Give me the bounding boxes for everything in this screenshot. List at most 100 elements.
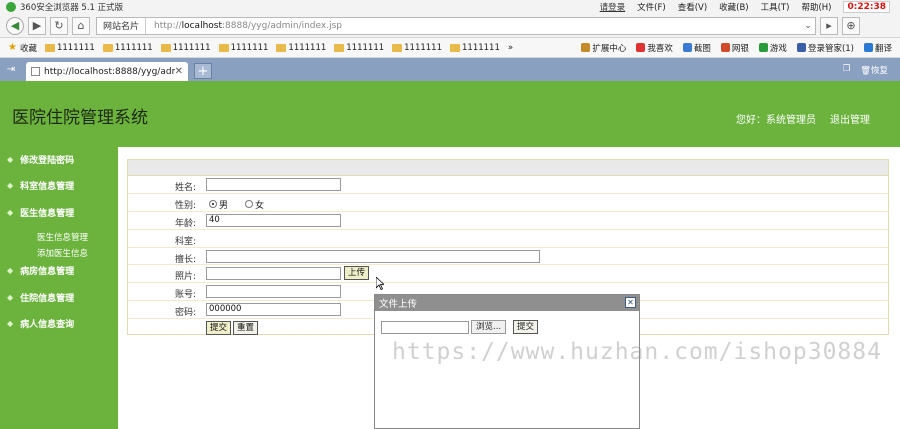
form-row-name: 姓名: bbox=[128, 176, 888, 194]
photo-input[interactable] bbox=[206, 267, 341, 281]
shield-button[interactable]: ⊕ bbox=[842, 16, 860, 35]
puzzle-icon bbox=[581, 42, 591, 52]
submit-button[interactable]: 提交 bbox=[206, 321, 232, 336]
specialty-input[interactable] bbox=[206, 249, 540, 263]
reset-button[interactable]: 重置 bbox=[233, 321, 259, 336]
file-path-input[interactable] bbox=[381, 321, 469, 334]
site-card-button[interactable]: 网站名片 bbox=[97, 17, 147, 34]
play-icon: ▸ bbox=[826, 19, 832, 32]
name-input[interactable] bbox=[206, 178, 341, 191]
restore-button[interactable]: 🗑恢复 bbox=[860, 64, 888, 76]
name-label: 姓名: bbox=[174, 183, 196, 193]
clock: 0:22:38 bbox=[843, 1, 890, 13]
address-bar[interactable]: 网站名片 http://localhost:8888/yyg/admin/ind… bbox=[96, 16, 816, 35]
heart-icon bbox=[636, 42, 646, 52]
sidebar-item-wards[interactable]: ◆ 病房信息管理 bbox=[0, 258, 118, 282]
sidebar-item-admissions[interactable]: ◆ 住院信息管理 bbox=[0, 285, 118, 309]
gender-male-radio[interactable]: 男 bbox=[209, 198, 228, 211]
browse-button[interactable]: 浏览... bbox=[471, 320, 507, 334]
more-favorites-icon[interactable]: » bbox=[508, 43, 513, 53]
menu-view[interactable]: 查看(V) bbox=[678, 1, 707, 13]
password-label: 密码: bbox=[174, 308, 196, 319]
bank-icon bbox=[720, 42, 730, 52]
age-input[interactable]: 40 bbox=[206, 213, 341, 227]
leaf-icon: ◆ bbox=[7, 265, 14, 275]
translate-icon bbox=[863, 42, 873, 52]
sidebar-item-doctors[interactable]: ◆ 医生信息管理 bbox=[0, 200, 118, 224]
folder-icon bbox=[102, 43, 113, 52]
logout-link[interactable]: 退出管理 bbox=[830, 111, 870, 126]
watermark: https://www.huzhan.com/ishop30884 bbox=[392, 339, 882, 365]
folder-icon bbox=[44, 43, 55, 52]
gender-female-radio[interactable]: 女 bbox=[245, 198, 264, 211]
tool-games[interactable]: 游戏 bbox=[758, 42, 787, 54]
sidebar-item-departments[interactable]: ◆ 科室信息管理 bbox=[0, 173, 118, 197]
browser-titlebar: 360安全浏览器 5.1 正式版 请登录 文件(F) 查看(V) 收藏(B) 工… bbox=[0, 0, 900, 14]
menu-file[interactable]: 文件(F) bbox=[637, 1, 666, 13]
favorite-item[interactable]: 1111111 bbox=[102, 43, 153, 53]
trash-icon: 🗑 bbox=[860, 65, 871, 76]
leaf-icon: ◆ bbox=[7, 180, 14, 190]
password-input[interactable]: 000000 bbox=[206, 303, 341, 317]
home-icon: ⌂ bbox=[77, 19, 85, 32]
chevron-down-icon[interactable]: ⌄ bbox=[801, 21, 815, 31]
tool-bank[interactable]: 网银 bbox=[720, 42, 749, 54]
forward-button[interactable]: ▶ bbox=[28, 16, 46, 35]
tool-login-manager[interactable]: 登录管家(1) bbox=[796, 42, 854, 54]
sidebar-toggle-icon[interactable]: ⇥ bbox=[0, 58, 22, 81]
menu-favorites[interactable]: 收藏(B) bbox=[719, 1, 748, 13]
tool-screenshot[interactable]: 截图 bbox=[682, 42, 711, 54]
leaf-icon: ◆ bbox=[7, 154, 14, 164]
close-icon[interactable]: ✕ bbox=[625, 297, 636, 308]
favorite-item[interactable]: 1111111 bbox=[276, 43, 326, 53]
favorite-item[interactable]: 1111111 bbox=[450, 43, 500, 53]
upload-button[interactable]: 上传 bbox=[344, 266, 370, 281]
form-row-gender: 性别: 男 女 bbox=[128, 194, 888, 212]
window-icon[interactable]: ❐ bbox=[843, 64, 851, 76]
url-text[interactable]: http://localhost:8888/yyg/admin/index.js… bbox=[154, 21, 342, 31]
menu-help[interactable]: 帮助(H) bbox=[801, 1, 831, 13]
star-icon: ★ bbox=[8, 42, 17, 53]
new-tab-button[interactable]: + bbox=[194, 63, 212, 79]
refresh-icon: ↻ bbox=[54, 19, 64, 32]
favorite-item[interactable]: 1111111 bbox=[334, 43, 384, 53]
login-link[interactable]: 请登录 bbox=[600, 1, 626, 13]
app-header: 医院住院管理系统 您好：系统管理员 退出管理 bbox=[0, 81, 900, 147]
plus-icon: + bbox=[197, 63, 209, 79]
favorites-menu[interactable]: ★ 收藏 bbox=[8, 42, 37, 54]
sidebar-subitem-doctor-list[interactable]: 医生信息管理 bbox=[37, 231, 88, 243]
tab-active[interactable]: http://localhost:8888/yyg/admin... ✕ bbox=[26, 62, 188, 81]
folder-icon bbox=[392, 43, 403, 52]
dialog-submit-button[interactable]: 提交 bbox=[513, 320, 539, 334]
favorite-item[interactable]: 1111111 bbox=[218, 43, 268, 53]
sidebar: ◆ 修改登陆密码 ◆ 科室信息管理 ◆ 医生信息管理 医生信息管理 添加医生信息 ◆ 病… bbox=[0, 147, 118, 429]
tool-translate[interactable]: 翻译 bbox=[863, 42, 892, 54]
dept-label: 科室: bbox=[174, 236, 196, 247]
tool-extensions[interactable]: 扩展中心 bbox=[581, 42, 626, 54]
go-button[interactable]: ▸ bbox=[820, 16, 838, 35]
back-button[interactable]: ◀ bbox=[6, 16, 24, 35]
folder-icon bbox=[276, 43, 287, 52]
titlebar-menu: 请登录 文件(F) 查看(V) 收藏(B) 工具(T) 帮助(H) 0:22:3… bbox=[600, 1, 900, 13]
folder-icon bbox=[160, 43, 171, 52]
leaf-icon: ◆ bbox=[7, 292, 14, 302]
sidebar-item-change-password[interactable]: ◆ 修改登陆密码 bbox=[0, 147, 118, 171]
arrow-right-icon: ▶ bbox=[32, 19, 42, 32]
folder-icon bbox=[334, 43, 345, 52]
page-icon bbox=[31, 67, 40, 76]
refresh-button[interactable]: ↻ bbox=[50, 16, 68, 35]
favorite-item[interactable]: 1111111 bbox=[392, 43, 442, 53]
account-input[interactable] bbox=[206, 285, 341, 299]
specialty-label: 擅长: bbox=[174, 254, 196, 265]
tab-bar: ⇥ http://localhost:8888/yyg/admin... ✕ +… bbox=[0, 58, 900, 81]
favorite-item[interactable]: 1111111 bbox=[160, 43, 211, 53]
leaf-icon: ◆ bbox=[7, 318, 14, 328]
favorite-item[interactable]: 1111111 bbox=[44, 43, 95, 53]
sidebar-item-patient-query[interactable]: ◆ 病人信息查询 bbox=[0, 311, 118, 335]
menu-tools[interactable]: 工具(T) bbox=[761, 1, 790, 13]
close-icon[interactable]: ✕ bbox=[175, 66, 183, 77]
home-button[interactable]: ⌂ bbox=[72, 16, 90, 35]
welcome-text: 您好：系统管理员 bbox=[736, 115, 816, 126]
form-row-specialty: 擅长: bbox=[128, 248, 888, 266]
tool-like[interactable]: 我喜欢 bbox=[636, 42, 673, 54]
